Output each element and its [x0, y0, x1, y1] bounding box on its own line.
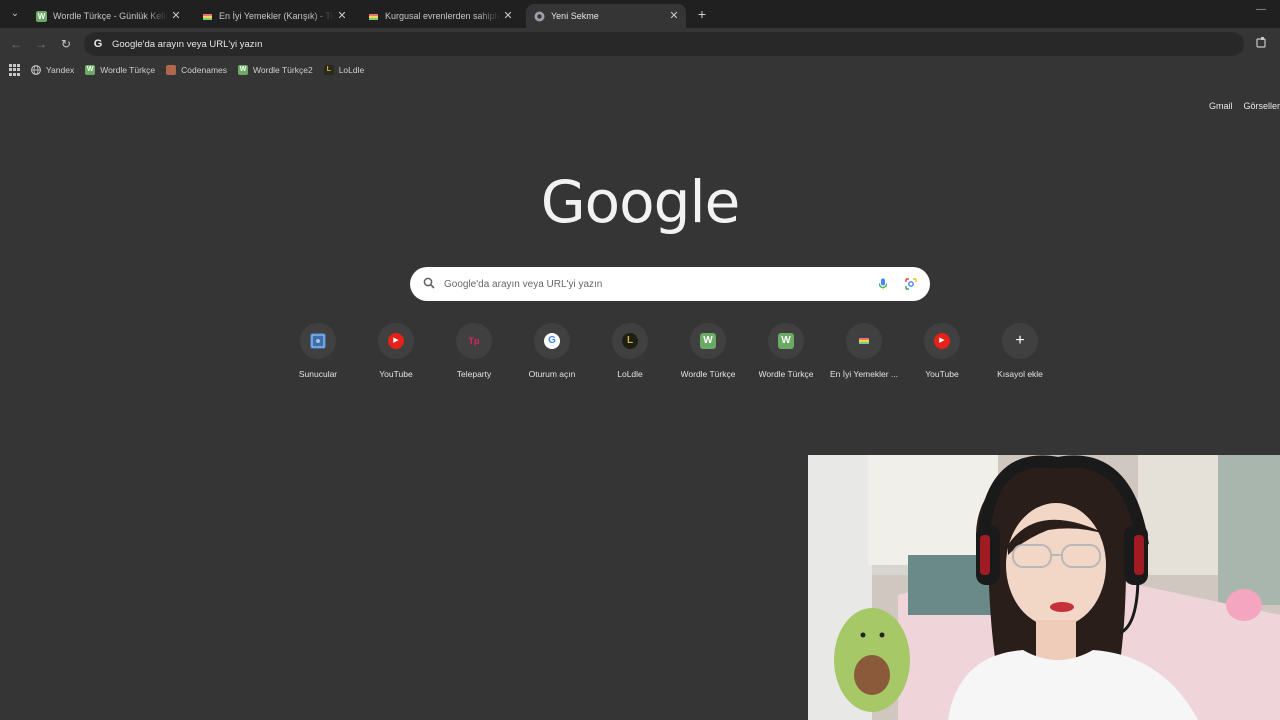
shortcut-tile — [846, 323, 882, 359]
tab-tierlist[interactable]: En İyi Yemekler (Karışık) - Tier List ✕ — [194, 4, 354, 28]
images-link[interactable]: Görseller — [1243, 101, 1280, 111]
shortcut-label: Teleparty — [456, 369, 492, 379]
shortcut-tile: W — [768, 323, 804, 359]
shortcut-label: Oturum açın — [528, 369, 576, 379]
apps-grid-icon[interactable] — [9, 64, 21, 76]
tab-title: En İyi Yemekler (Karışık) - Tier List — [219, 11, 334, 21]
microphone-icon[interactable] — [876, 277, 890, 291]
shortcut-youtube-2[interactable]: ▶ YouTube — [903, 323, 981, 379]
shortcut-add[interactable]: + Kısayol ekle — [981, 323, 1059, 379]
wordle-icon: W — [85, 65, 96, 75]
tab-wordle[interactable]: W Wordle Türkçe - Günlük Kelime Oyunu ✕ — [28, 4, 188, 28]
shortcut-tile: ▶ — [378, 323, 414, 359]
wordle-icon: W — [238, 65, 249, 75]
webcam-image — [808, 455, 1280, 720]
youtube-icon: ▶ — [388, 333, 404, 349]
extensions-icon[interactable] — [1254, 36, 1270, 52]
bookmark-label: Yandex — [46, 65, 75, 75]
bookmark-label: LoLdle — [338, 65, 365, 75]
shortcut-label: En İyi Yemekler ... — [829, 369, 899, 379]
address-bar[interactable]: G Google'da arayın veya URL'yi yazın — [84, 32, 1244, 56]
shortcut-tile: + — [1002, 323, 1038, 359]
shortcut-youtube[interactable]: ▶ YouTube — [357, 323, 435, 379]
shortcut-label: Wordle Türkçe — [680, 369, 736, 379]
shortcut-teleparty[interactable]: Tp Teleparty — [435, 323, 513, 379]
google-top-links: Gmail Görseller — [1198, 101, 1280, 111]
search-input[interactable]: Google'da arayın veya URL'yi yazın — [444, 279, 876, 290]
shortcut-label: Kısayol ekle — [997, 369, 1043, 379]
shortcut-label: LoLdle — [617, 369, 643, 379]
tab-title: Kurgusal evrenlerden sahiplenmek istediğ… — [385, 11, 500, 21]
bookmark-label: Wordle Türkçe — [100, 65, 156, 75]
shortcut-tile: Tp — [456, 323, 492, 359]
gmail-link[interactable]: Gmail — [1209, 101, 1233, 111]
wordle-icon: W — [778, 333, 794, 349]
minimize-icon[interactable]: — — [1256, 4, 1266, 15]
shortcut-wordle-2[interactable]: W Wordle Türkçe — [747, 323, 825, 379]
google-logo: Google — [540, 168, 741, 236]
address-text: Google'da arayın veya URL'yi yazın — [112, 38, 263, 50]
tab-close-icon[interactable]: ✕ — [168, 8, 184, 24]
tab-search-button[interactable]: ⌄ — [6, 5, 24, 23]
tierlist-favicon-icon — [368, 11, 379, 22]
bookmark-wordle2[interactable]: W Wordle Türkçe2 — [238, 65, 313, 75]
google-icon: G — [544, 333, 560, 349]
shortcut-label: YouTube — [925, 369, 959, 379]
search-box[interactable]: Google'da arayın veya URL'yi yazın — [410, 267, 930, 301]
tab-title: Yeni Sekme — [551, 11, 599, 21]
new-tab-plus-icon[interactable]: + — [694, 6, 710, 22]
loldle-icon: L — [622, 333, 638, 349]
globe-icon — [31, 65, 41, 75]
shortcut-en-iyi-yemekler[interactable]: En İyi Yemekler ... — [825, 323, 903, 379]
google-lens-icon[interactable] — [904, 277, 918, 291]
bookmark-yandex[interactable]: Yandex — [31, 65, 74, 75]
bookmark-codenames[interactable]: Codenames — [166, 65, 227, 75]
bookmark-label: Wordle Türkçe2 — [253, 65, 313, 75]
shortcut-tile — [300, 323, 336, 359]
browser-toolbar: ← → ↻ G Google'da arayın veya URL'yi yaz… — [0, 28, 1280, 60]
tab-new-tab[interactable]: Yeni Sekme ✕ — [526, 4, 686, 28]
tab-close-icon[interactable]: ✕ — [334, 8, 350, 24]
tab-kurgusal[interactable]: Kurgusal evrenlerden sahiplenmek istediğ… — [360, 4, 520, 28]
shortcut-sunucular[interactable]: Sunucular — [279, 323, 357, 379]
google-g-icon: G — [93, 38, 103, 50]
reload-icon[interactable]: ↻ — [58, 36, 74, 52]
teleparty-icon: Tp — [468, 336, 480, 346]
shortcuts-grid: Sunucular ▶ YouTube Tp Teleparty G Oturu… — [279, 323, 1059, 379]
forward-arrow-icon[interactable]: → — [33, 36, 49, 52]
chrome-favicon-icon — [534, 11, 545, 22]
loldle-icon: L — [323, 65, 334, 75]
bookmark-wordle[interactable]: W Wordle Türkçe — [85, 65, 155, 75]
webcam-overlay — [808, 455, 1280, 720]
shortcut-label: YouTube — [379, 369, 413, 379]
servers-icon — [310, 333, 326, 349]
shortcut-wordle[interactable]: W Wordle Türkçe — [669, 323, 747, 379]
wordle-icon: W — [700, 333, 716, 349]
shortcut-tile: G — [534, 323, 570, 359]
shortcut-tile: L — [612, 323, 648, 359]
tierlist-icon — [856, 333, 872, 349]
tierlist-favicon-icon — [202, 11, 213, 22]
tab-close-icon[interactable]: ✕ — [500, 8, 516, 24]
shortcut-tile: ▶ — [924, 323, 960, 359]
shortcut-oturum-acin[interactable]: G Oturum açın — [513, 323, 591, 379]
shortcut-loldle[interactable]: L LoLdle — [591, 323, 669, 379]
shortcut-label: Sunucular — [298, 369, 338, 379]
search-icon — [422, 277, 436, 291]
bookmark-label: Codenames — [181, 65, 228, 75]
youtube-icon: ▶ — [934, 333, 950, 349]
plus-icon: + — [1015, 332, 1025, 349]
tab-strip: ⌄ W Wordle Türkçe - Günlük Kelime Oyunu … — [0, 0, 1280, 28]
wordle-favicon-icon: W — [36, 10, 47, 22]
codenames-icon — [166, 65, 177, 75]
bookmark-loldle[interactable]: L LoLdle — [323, 65, 365, 75]
bookmarks-bar: Yandex W Wordle Türkçe Codenames W Wordl… — [0, 60, 1280, 80]
back-arrow-icon[interactable]: ← — [8, 36, 24, 52]
tab-title: Wordle Türkçe - Günlük Kelime Oyunu — [53, 11, 168, 21]
shortcut-label: Wordle Türkçe — [758, 369, 814, 379]
shortcut-tile: W — [690, 323, 726, 359]
tab-close-icon[interactable]: ✕ — [666, 8, 682, 24]
